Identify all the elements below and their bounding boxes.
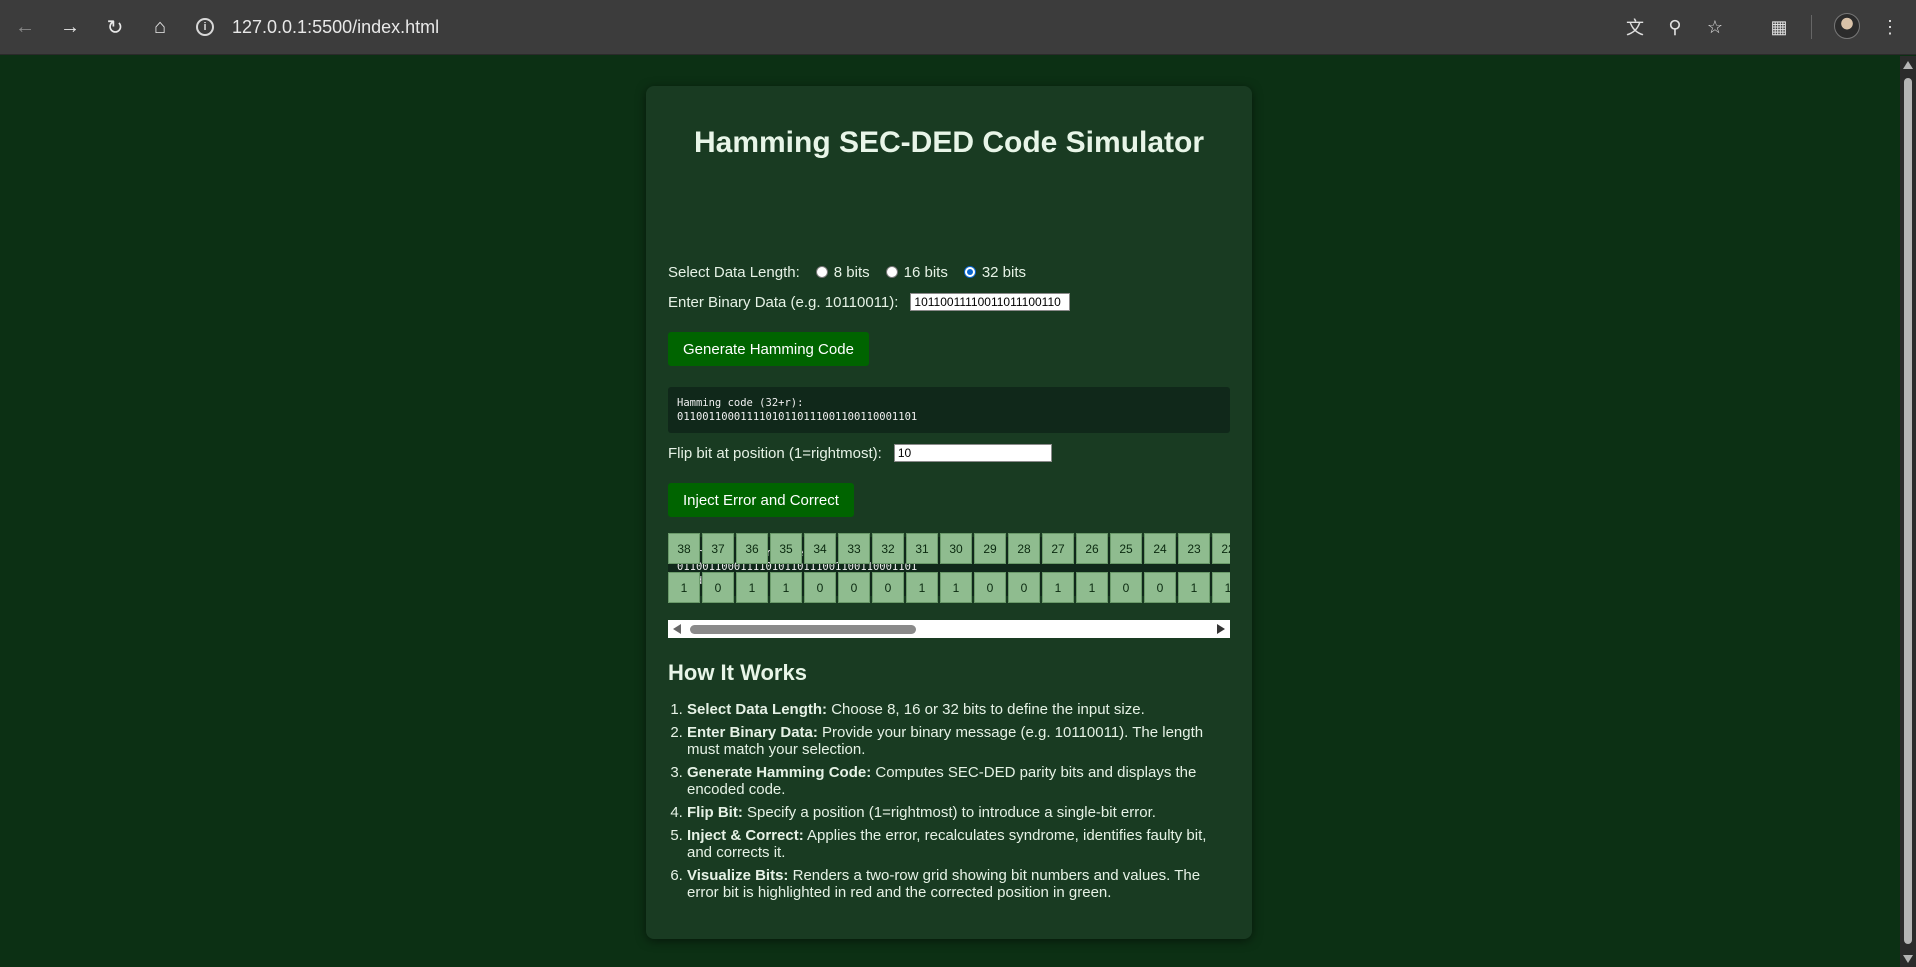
bit-position-cell: 37	[702, 533, 734, 564]
how-it-works-heading: How It Works	[668, 660, 807, 685]
bit-position-cell: 23	[1178, 533, 1210, 564]
step-text: Choose 8, 16 or 32 bits to define the in…	[827, 701, 1145, 718]
reload-icon[interactable]: ↻	[99, 11, 131, 43]
binary-input-row: Enter Binary Data (e.g. 10110011): 10110…	[668, 293, 1071, 311]
bit-value-cell: 1	[736, 572, 768, 603]
scroll-down-icon[interactable]	[1903, 955, 1913, 963]
address-bar[interactable]: i 127.0.0.1:5500/index.html	[196, 12, 439, 42]
step-item: Flip Bit: Specify a position (1=rightmos…	[687, 804, 1228, 821]
radio-8-bits[interactable]	[815, 265, 828, 278]
step-title: Generate Hamming Code:	[687, 764, 872, 781]
back-icon[interactable]: ←	[9, 11, 41, 43]
radio-16-bits[interactable]	[885, 265, 898, 278]
flip-bit-row: Flip bit at position (1=rightmost): 10	[668, 444, 1052, 462]
bit-value-cell: 1	[906, 572, 938, 603]
radio-32-bits[interactable]	[963, 265, 976, 278]
horizontal-scroll-thumb[interactable]	[690, 625, 916, 634]
profile-avatar[interactable]	[1834, 13, 1860, 39]
hamming-output: Hamming code (32+r): 0110011000111101011…	[668, 387, 1230, 433]
scroll-right-icon[interactable]	[1217, 624, 1225, 634]
bit-value-cell: 0	[1008, 572, 1040, 603]
bit-position-cell: 27	[1042, 533, 1074, 564]
bit-value-row: 10110001100110011	[668, 572, 1230, 603]
bit-value-cell: 1	[1212, 572, 1230, 603]
bit-value-cell: 0	[872, 572, 904, 603]
bit-grid-scrollbar[interactable]	[668, 620, 1230, 638]
bit-position-cell: 35	[770, 533, 802, 564]
bit-value-cell: 0	[1110, 572, 1142, 603]
bit-position-cell: 36	[736, 533, 768, 564]
step-item: Generate Hamming Code: Computes SEC-DED …	[687, 764, 1228, 798]
bit-position-row: 3837363534333231302928272625242322	[668, 533, 1230, 564]
page-title: Hamming SEC-DED Code Simulator	[693, 126, 1205, 159]
step-title: Enter Binary Data:	[687, 724, 818, 741]
bit-value-cell: 0	[702, 572, 734, 603]
menu-kebab-icon[interactable]: ⋮	[1874, 11, 1906, 43]
url-text: 127.0.0.1:5500/index.html	[232, 16, 440, 37]
how-it-works-list: Select Data Length: Choose 8, 16 or 32 b…	[668, 701, 1228, 907]
bit-value-cell: 1	[1178, 572, 1210, 603]
data-length-label: Select Data Length:	[668, 264, 800, 281]
bit-position-cell: 31	[906, 533, 938, 564]
step-item: Enter Binary Data: Provide your binary m…	[687, 724, 1228, 758]
bit-value-cell: 0	[804, 572, 836, 603]
binary-input-label: Enter Binary Data (e.g. 10110011):	[668, 293, 899, 311]
bit-value-cell: 1	[940, 572, 972, 603]
radio-16-bits-label[interactable]: 16 bits	[904, 264, 948, 281]
bit-position-cell: 24	[1144, 533, 1176, 564]
step-item: Visualize Bits: Renders a two-row grid s…	[687, 867, 1228, 901]
page-scrollbar[interactable]	[1900, 56, 1916, 967]
bit-position-cell: 38	[668, 533, 700, 564]
binary-data-input[interactable]: 10110011110011011100110	[910, 293, 1071, 311]
step-title: Inject & Correct:	[687, 827, 804, 844]
extensions-icon[interactable]: ▦	[1763, 11, 1795, 43]
zoom-icon[interactable]: ⚲	[1659, 11, 1691, 43]
data-length-row: Select Data Length: 8 bits 16 bits 32 bi…	[668, 264, 1026, 281]
bit-position-cell: 25	[1110, 533, 1142, 564]
step-text: Specify a position (1=rightmost) to intr…	[742, 804, 1156, 821]
simulator-card: Hamming SEC-DED Code Simulator Select Da…	[646, 86, 1252, 939]
bit-position-cell: 34	[804, 533, 836, 564]
bit-position-cell: 22	[1212, 533, 1230, 564]
browser-toolbar: ← → ↻ ⌂ i 127.0.0.1:5500/index.html 文 ⚲ …	[0, 0, 1916, 55]
bit-value-cell: 1	[770, 572, 802, 603]
bit-position-cell: 32	[872, 533, 904, 564]
scrollbar-thumb[interactable]	[1904, 78, 1912, 944]
translate-icon[interactable]: 文	[1619, 11, 1651, 43]
inject-correct-button[interactable]: Inject Error and Correct	[668, 483, 854, 517]
scroll-left-icon[interactable]	[673, 624, 681, 634]
bit-value-cell: 0	[1144, 572, 1176, 603]
bit-value-cell: 1	[1042, 572, 1074, 603]
bit-grid[interactable]: 3837363534333231302928272625242322 10110…	[668, 533, 1230, 613]
bit-position-cell: 33	[838, 533, 870, 564]
bit-value-cell: 1	[668, 572, 700, 603]
step-title: Flip Bit:	[687, 804, 743, 821]
bit-position-cell: 26	[1076, 533, 1108, 564]
bit-value-cell: 1	[1076, 572, 1108, 603]
home-icon[interactable]: ⌂	[144, 11, 176, 43]
step-title: Visualize Bits:	[687, 867, 789, 884]
toolbar-divider	[1811, 15, 1812, 39]
site-info-icon[interactable]: i	[196, 18, 214, 36]
flip-bit-label: Flip bit at position (1=rightmost):	[668, 444, 882, 462]
step-title: Select Data Length:	[687, 701, 828, 718]
bit-value-cell: 0	[974, 572, 1006, 603]
bit-value-cell: 0	[838, 572, 870, 603]
step-item: Inject & Correct: Applies the error, rec…	[687, 827, 1228, 861]
radio-32-bits-label[interactable]: 32 bits	[982, 264, 1026, 281]
bookmark-star-icon[interactable]: ☆	[1699, 11, 1731, 43]
bit-position-cell: 29	[974, 533, 1006, 564]
scroll-up-icon[interactable]	[1903, 61, 1913, 69]
radio-8-bits-label[interactable]: 8 bits	[834, 264, 870, 281]
bit-position-cell: 28	[1008, 533, 1040, 564]
flip-position-input[interactable]: 10	[893, 444, 1052, 462]
forward-icon[interactable]: →	[54, 11, 86, 43]
generate-hamming-button[interactable]: Generate Hamming Code	[668, 332, 869, 366]
bit-position-cell: 30	[940, 533, 972, 564]
step-item: Select Data Length: Choose 8, 16 or 32 b…	[687, 701, 1228, 718]
